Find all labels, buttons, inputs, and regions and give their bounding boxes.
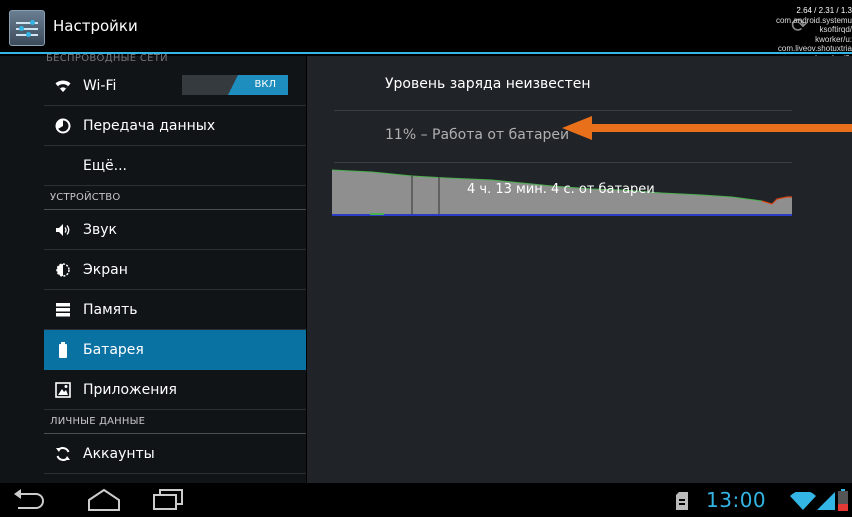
action-bar: Настройки ⟳ 2.64 / 2.31 / 1.3 com.androi… (0, 0, 852, 72)
section-header-personal: ЛИЧНЫЕ ДАННЫЕ (44, 410, 306, 434)
settings-icon[interactable] (9, 10, 45, 46)
setting-label: Звук (83, 221, 117, 238)
setting-item-battery[interactable]: Батарея (44, 330, 306, 370)
debug-line: com.liveov.shotuxtria (777, 44, 852, 53)
wifi-signal-icon (790, 492, 816, 510)
apps-icon (55, 381, 71, 398)
section-header-device: УСТРОЙСТВО (44, 186, 306, 210)
wifi-toggle[interactable]: ВКЛ (182, 75, 288, 95)
debug-line: 2.64 / 2.31 / 1.3 (796, 6, 852, 15)
setting-item-data-usage[interactable]: Передача данных (44, 106, 306, 146)
annotation-arrow-icon (562, 116, 852, 140)
battery-level-text: 11% – Работа от батареи (385, 127, 570, 143)
sd-card-icon (676, 492, 688, 510)
setting-label: Wi-Fi (83, 77, 117, 94)
debug-line: ksoftirqd/ (819, 25, 852, 34)
battery-detail-pane: Уровень заряда неизвестен 11% – Работа о… (307, 56, 852, 483)
sound-icon (55, 222, 71, 238)
setting-item-more[interactable]: Ещё... (44, 146, 306, 186)
section-header-wireless: БЕСПРОВОДНЫЕ СЕТИ (46, 53, 168, 64)
battery-status-title: Уровень заряда неизвестен (385, 76, 591, 92)
setting-item-storage[interactable]: Память (44, 290, 306, 330)
battery-icon (55, 342, 71, 358)
sync-icon (55, 446, 71, 462)
storage-icon (55, 302, 71, 318)
settings-list[interactable]: БЕСПРОВОДНЫЕ СЕТИ Wi-Fi ВКЛ Передача дан… (0, 53, 306, 483)
battery-status-icon (838, 489, 848, 511)
setting-label: Память (83, 301, 138, 318)
recent-apps-icon[interactable] (151, 488, 185, 512)
setting-label: Приложения (83, 381, 177, 398)
setting-item-display[interactable]: Экран (44, 250, 306, 290)
setting-label: Батарея (83, 342, 144, 358)
setting-label: Аккаунты (83, 445, 155, 462)
debug-line: com.android.systemu (775, 15, 852, 25)
wifi-icon (55, 78, 71, 94)
setting-item-apps[interactable]: Приложения (44, 370, 306, 410)
setting-item-sound[interactable]: Звук (44, 210, 306, 250)
setting-label: Экран (83, 261, 128, 278)
display-icon (55, 262, 71, 278)
divider (334, 110, 792, 111)
home-icon[interactable] (86, 488, 122, 512)
battery-time-label: 4 ч. 13 мин. 4 с. от батареи (467, 182, 655, 197)
debug-line: kworker/u: (815, 34, 852, 44)
cell-signal-icon (817, 492, 835, 510)
data-usage-icon (55, 118, 71, 134)
wifi-toggle-on: ВКЛ (228, 75, 288, 95)
back-icon[interactable] (10, 488, 44, 512)
status-clock: 13:00 (706, 488, 767, 512)
setting-label: Ещё... (83, 157, 127, 174)
divider (334, 162, 792, 163)
page-title: Настройки (53, 17, 138, 35)
setting-item-accounts[interactable]: Аккаунты (44, 434, 306, 474)
setting-label: Передача данных (83, 117, 216, 134)
